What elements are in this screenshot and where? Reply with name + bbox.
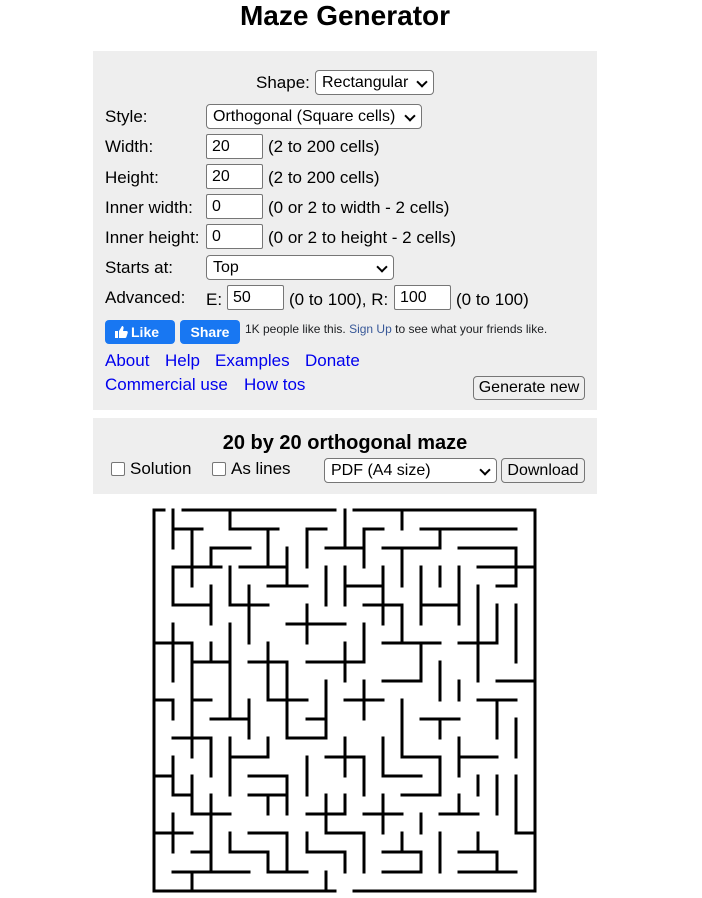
e-label: E: [206,290,223,309]
e-hint: (0 to 100), R: [289,290,389,309]
inner-height-hint: (0 or 2 to height - 2 cells) [268,228,457,247]
inner-width-label: Inner width: [105,198,193,217]
donate-link[interactable]: Donate [305,350,360,372]
help-link[interactable]: Help [165,350,200,372]
solution-label: Solution [130,459,192,478]
chevron-down-icon [479,464,491,476]
maze-options-form: Shape: Rectangular Style: Orthogonal (Sq… [93,51,597,410]
solution-checkbox[interactable] [111,462,125,476]
as-lines-checkbox[interactable] [212,462,226,476]
starts-at-select-value: Top [213,259,239,276]
shape-select[interactable]: Rectangular [315,70,434,95]
likes-suffix-text: to see what your friends like. [395,322,548,336]
r-input[interactable]: 100 [394,285,451,310]
like-label: Like [131,324,160,340]
shape-label: Shape: [256,73,310,92]
chevron-down-icon [416,76,428,88]
maze-result-panel: 20 by 20 orthogonal maze Solution As lin… [93,418,597,494]
width-hint: (2 to 200 cells) [268,137,380,156]
width-input[interactable]: 20 [206,134,263,159]
maze-walls [152,508,537,893]
page-title: Maze Generator [239,0,451,31]
likes-count-text: 1K people like this. [245,322,346,336]
how-tos-link[interactable]: How tos [244,374,305,396]
share-label: Share [190,324,230,340]
starts-at-label: Starts at: [105,258,174,277]
advanced-label: Advanced: [105,288,186,307]
height-hint: (2 to 200 cells) [268,168,380,187]
download-button[interactable]: Download [501,458,585,483]
facebook-share-button[interactable]: Share [180,320,240,344]
style-label: Style: [105,107,148,126]
facebook-social-text: 1K people like this. Sign Up to see what… [245,322,555,339]
chevron-down-icon [376,261,388,273]
maze-image [152,508,537,893]
width-label: Width: [105,137,154,156]
commercial-use-link[interactable]: Commercial use [105,374,228,396]
about-link[interactable]: About [105,350,149,372]
e-input[interactable]: 50 [227,285,284,310]
maze-title: 20 by 20 orthogonal maze [222,432,468,454]
format-select[interactable]: PDF (A4 size) [324,458,497,483]
height-label: Height: [105,168,159,187]
thumbs-up-icon [115,326,128,338]
shape-select-value: Rectangular [322,74,409,91]
r-hint: (0 to 100) [456,290,529,309]
inner-height-label: Inner height: [105,228,200,247]
generate-new-button[interactable]: Generate new [473,376,585,400]
signup-link[interactable]: Sign Up [349,322,392,336]
starts-at-select[interactable]: Top [206,255,394,280]
as-lines-label: As lines [231,459,291,478]
examples-link[interactable]: Examples [215,350,290,372]
inner-height-input[interactable]: 0 [206,224,263,249]
height-input[interactable]: 20 [206,164,263,189]
inner-width-input[interactable]: 0 [206,194,263,219]
format-select-value: PDF (A4 size) [331,462,431,479]
style-select-value: Orthogonal (Square cells) [213,108,396,125]
facebook-like-button[interactable]: Like [105,320,175,344]
style-select[interactable]: Orthogonal (Square cells) [206,104,422,129]
inner-width-hint: (0 or 2 to width - 2 cells) [268,198,450,217]
chevron-down-icon [404,110,416,122]
